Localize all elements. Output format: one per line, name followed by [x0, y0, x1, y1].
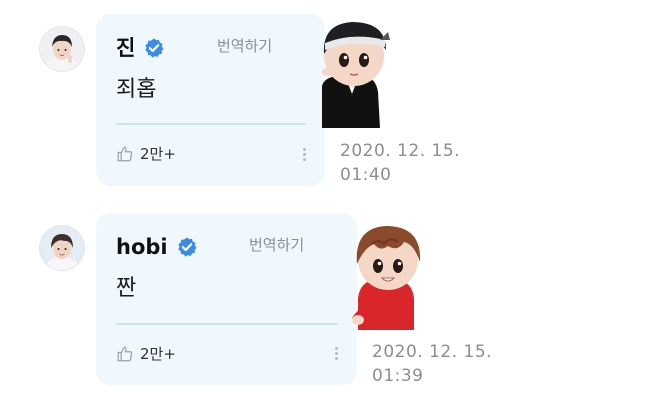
more-options-icon[interactable] — [331, 345, 341, 365]
author-name[interactable]: 진 — [116, 36, 135, 60]
jin-character-sticker — [318, 16, 394, 128]
author-row: hobi — [116, 235, 198, 259]
hobi-character-sticker — [352, 218, 428, 330]
like-count: 2만+ — [140, 145, 176, 163]
message-text: 죄홉 — [116, 77, 157, 102]
author-row: 진 — [116, 36, 165, 60]
thumbs-up-icon — [116, 345, 134, 363]
translate-button[interactable]: 번역하기 — [249, 235, 304, 255]
timestamp-time: 01:39 — [372, 366, 424, 386]
message-text: 짠 — [116, 276, 137, 301]
like-button[interactable]: 2만+ — [116, 144, 176, 164]
message-bubble: hobi 번역하기 짠 2만+ — [96, 213, 357, 385]
avatar[interactable] — [40, 27, 84, 71]
verified-badge-icon — [143, 37, 165, 59]
timestamp-date: 2020. 12. 15. — [340, 141, 461, 161]
verified-badge-icon — [176, 236, 198, 258]
like-count: 2만+ — [140, 345, 176, 363]
divider — [116, 323, 337, 325]
more-options-icon[interactable] — [299, 146, 309, 166]
translate-button[interactable]: 번역하기 — [217, 36, 272, 56]
avatar[interactable] — [40, 226, 84, 270]
like-button[interactable]: 2만+ — [116, 344, 176, 364]
message-bubble: 진 번역하기 죄홉 2만+ — [96, 14, 325, 186]
message-item: hobi 번역하기 짠 2만+ 2020. 12. 15. 01:39 — [0, 200, 652, 402]
divider — [116, 123, 305, 125]
timestamp-time: 01:40 — [340, 165, 392, 185]
message-item: 진 번역하기 죄홉 2만+ 2020. 12. 15. 01:40 — [0, 0, 652, 200]
thumbs-up-icon — [116, 145, 134, 163]
timestamp-date: 2020. 12. 15. — [372, 342, 493, 362]
author-name[interactable]: hobi — [116, 235, 168, 259]
